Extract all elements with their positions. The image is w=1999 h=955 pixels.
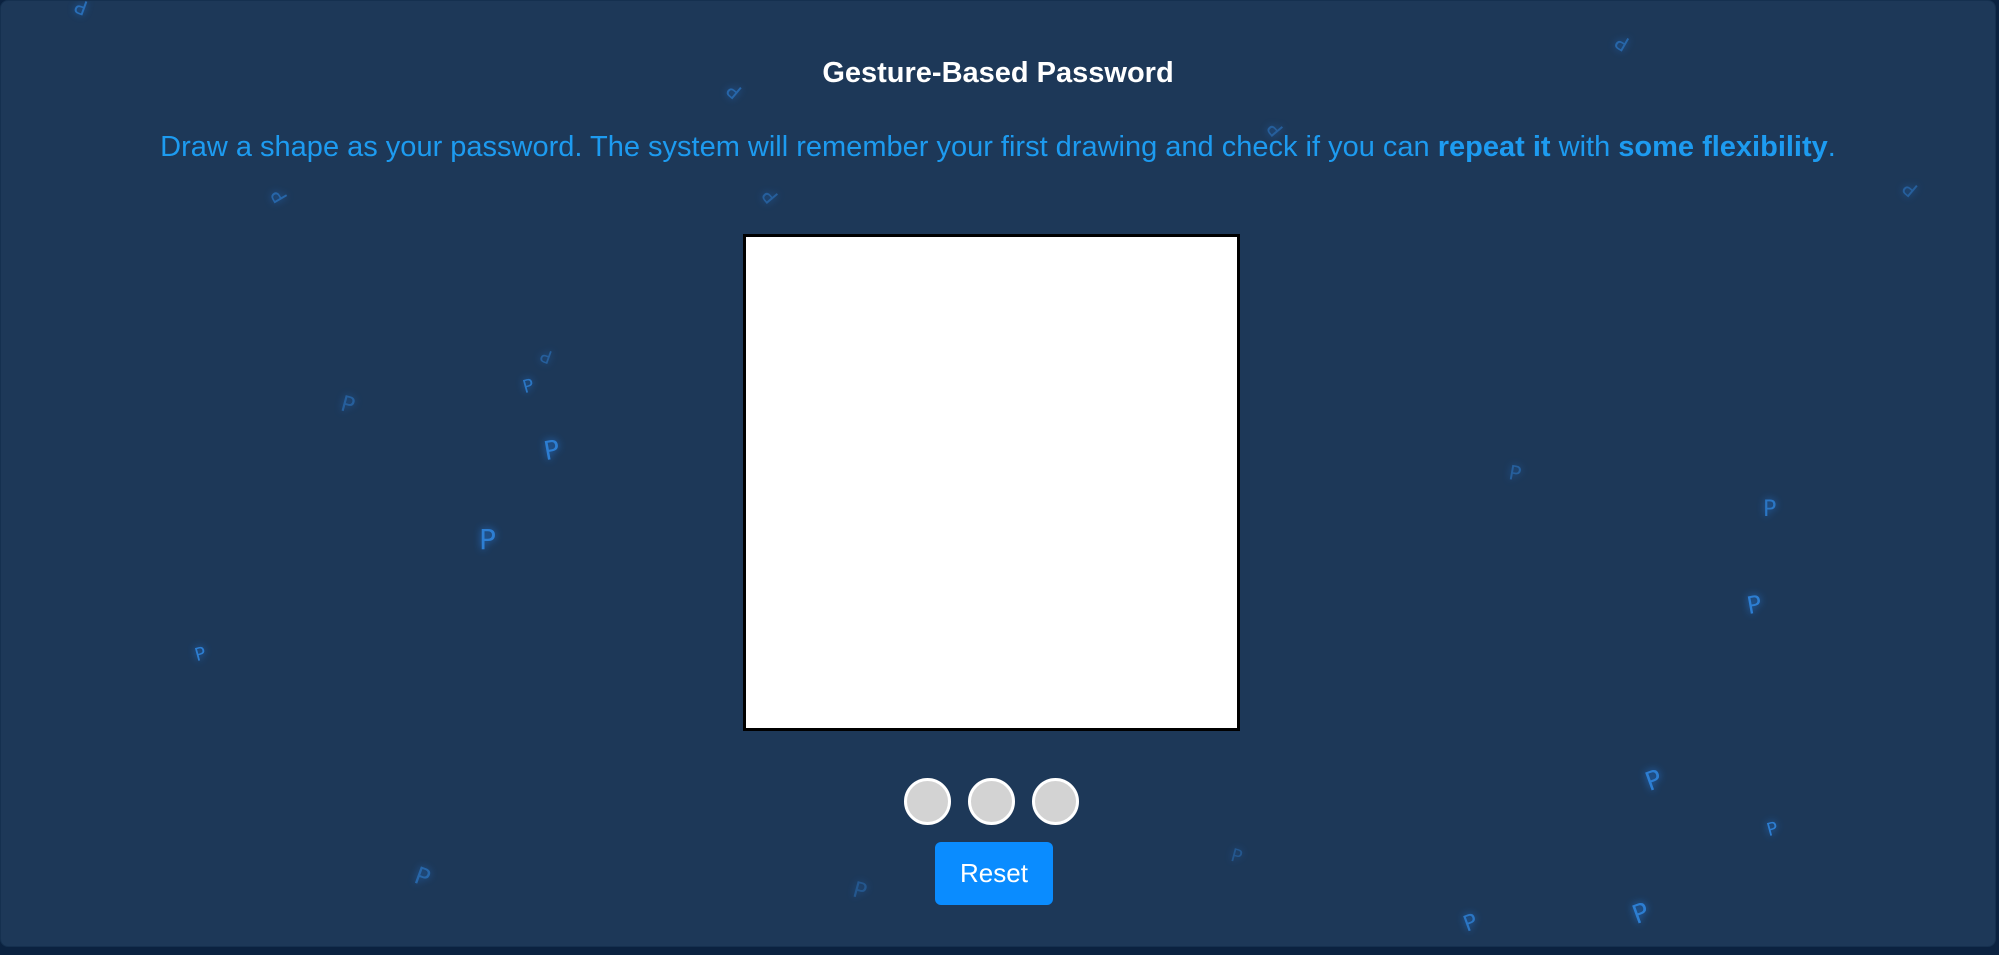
attempt-indicator-2: [968, 778, 1015, 825]
floating-p-glyph: P: [541, 434, 563, 468]
floating-p-glyph: P: [537, 343, 556, 368]
floating-p-glyph: P: [1610, 29, 1634, 57]
floating-p-glyph: P: [520, 374, 537, 399]
page-title: Gesture-Based Password: [822, 57, 1174, 89]
floating-p-glyph: P: [71, 0, 91, 21]
main-panel: P P P P P P P P P P P P P P P P P P P P …: [0, 0, 1996, 947]
instructions-emphasis-flexibility: some flexibility: [1618, 131, 1828, 163]
instructions-part1: Draw a shape as your password. The syste…: [160, 131, 1438, 163]
instructions-text: Draw a shape as your password. The syste…: [1, 131, 1995, 164]
floating-p-glyph: P: [849, 877, 870, 906]
instructions-part2: with: [1550, 131, 1619, 163]
floating-p-glyph: P: [1641, 764, 1667, 798]
floating-p-glyph: P: [192, 642, 209, 667]
instructions-emphasis-repeat: repeat it: [1437, 131, 1551, 163]
instructions-part3: .: [1827, 131, 1836, 163]
attempt-indicator-3: [1032, 778, 1079, 825]
floating-p-glyph: P: [1460, 909, 1482, 938]
drawing-canvas[interactable]: [743, 234, 1240, 731]
floating-p-glyph: P: [1628, 897, 1654, 931]
floating-p-glyph: P: [1744, 589, 1764, 621]
floating-p-glyph: P: [410, 861, 434, 893]
floating-p-glyph: P: [265, 184, 293, 208]
attempt-indicator-1: [904, 778, 951, 825]
floating-p-glyph: P: [1764, 817, 1781, 842]
floating-p-glyph: P: [479, 523, 496, 556]
floating-p-glyph: P: [1897, 175, 1923, 203]
floating-p-glyph: P: [1763, 497, 1777, 522]
attempt-indicators: [904, 778, 1079, 825]
floating-p-glyph: P: [337, 391, 358, 420]
floating-p-glyph: P: [756, 183, 784, 209]
floating-p-glyph: P: [1507, 460, 1524, 486]
reset-button[interactable]: Reset: [935, 842, 1053, 905]
floating-p-glyph: P: [1228, 844, 1245, 869]
